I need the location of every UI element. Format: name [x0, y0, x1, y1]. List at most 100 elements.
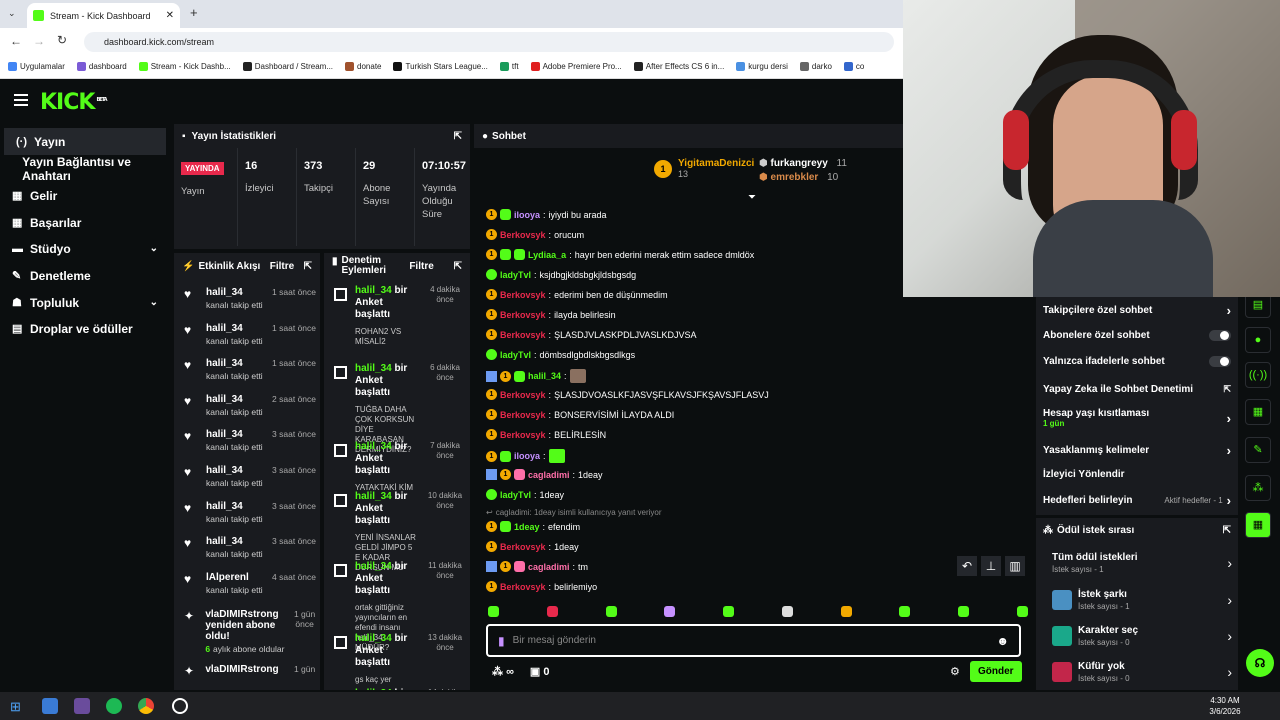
- toggle-switch[interactable]: [1209, 356, 1231, 367]
- sidebar-item[interactable]: ✎ Denetleme: [0, 262, 170, 289]
- chat-message[interactable]: 1 Berkovsyk: ilayda belirlesin: [486, 309, 616, 320]
- emote-icon[interactable]: [1016, 606, 1028, 617]
- gifter-name[interactable]: YigitamaDenizci: [678, 158, 754, 169]
- activity-user[interactable]: halil_34: [206, 429, 263, 440]
- reply-icon[interactable]: ↶: [957, 556, 977, 576]
- emote-icon[interactable]: [546, 606, 558, 617]
- url-field[interactable]: dashboard.kick.com/stream: [84, 32, 894, 52]
- chat-message[interactable]: 1 Berkovsyk: ŞLASJDVOASLKFJASVŞFLKAVSJFKŞA…: [486, 389, 769, 400]
- rewards-popout-icon[interactable]: ⇱: [1223, 525, 1231, 536]
- chat-username[interactable]: ladyTvl: [500, 350, 531, 360]
- close-tab-icon[interactable]: ✕: [166, 10, 174, 21]
- chat-message[interactable]: 1 1deay: efendim: [486, 521, 580, 532]
- activity-user[interactable]: halil_34: [206, 394, 263, 405]
- moderation-item[interactable]: halil_34 bir Anket başlattı gs kaç yer 13 …: [324, 627, 470, 684]
- sidebar-item[interactable]: ▬ Stüdyo ⌄: [0, 235, 170, 262]
- activity-user[interactable]: lAlperenl: [206, 572, 263, 583]
- moderation-user[interactable]: halil_34: [355, 441, 392, 452]
- chat-message[interactable]: ladyTvl:1deay: [486, 489, 564, 500]
- windows-start-icon[interactable]: ⊞: [10, 699, 21, 715]
- chat-setting-item[interactable]: Yapay Zeka ile Sohbet Denetimi ⇱: [1043, 384, 1231, 395]
- reward-item[interactable]: İstek şarkı İstek sayısı - 1 ›: [1052, 589, 1232, 611]
- chat-username[interactable]: cagladimi: [528, 470, 570, 480]
- chat-message[interactable]: 1 Berkovsyk: ederimi ben de düşünmedim: [486, 289, 668, 300]
- activity-sub-item[interactable]: ✦ vlaDIMIRstrong 1 gün: [174, 658, 320, 682]
- chat-username[interactable]: cagladimi: [528, 562, 570, 572]
- emote-icon[interactable]: [840, 606, 852, 617]
- chat-input[interactable]: ▮ Bir mesaj gönderin ☻: [486, 624, 1021, 657]
- chat-username[interactable]: Berkovsyk: [500, 542, 546, 552]
- menu-icon[interactable]: [14, 94, 28, 106]
- forward-icon[interactable]: →: [33, 34, 45, 48]
- moderation-user[interactable]: halil_34: [355, 561, 392, 572]
- chat-message[interactable]: ladyTvl: ksjdbgjkldsbgkjldsbgsdg: [486, 269, 636, 280]
- chat-setting-item[interactable]: Hesap yaşı kısıtlaması 1 gün ›: [1043, 408, 1231, 428]
- moderation-item[interactable]: halil_34 bir Anket başlattı TUĞBA DAHA ÇO…: [324, 357, 470, 454]
- activity-user[interactable]: halil_34: [206, 536, 263, 547]
- chat-username[interactable]: Berkovsyk: [500, 430, 546, 440]
- chat-message[interactable]: 1 ilooya: iyiydi bu arada: [486, 209, 607, 220]
- activity-item[interactable]: ♥ halil_34 kanalı takip etti 3 saat önce: [174, 461, 320, 497]
- moderation-user[interactable]: halil_34: [355, 491, 392, 502]
- rail-button-icon[interactable]: ((·)): [1245, 362, 1271, 388]
- rail-button-icon[interactable]: ⁂: [1245, 475, 1271, 501]
- emote-icon[interactable]: [723, 606, 735, 617]
- chat-message[interactable]: 1 Berkovsyk: BONSERVİSİMİ İLAYDA ALDI: [486, 409, 674, 420]
- gifter-name[interactable]: furkangreyy: [771, 158, 828, 169]
- chat-username[interactable]: ilooya: [514, 451, 540, 461]
- bookmark[interactable]: Uygulamalar: [8, 62, 65, 71]
- chat-username[interactable]: Berkovsyk: [500, 410, 546, 420]
- support-icon[interactable]: ☊: [1246, 649, 1274, 677]
- emote-icon[interactable]: [899, 606, 911, 617]
- spotify-icon[interactable]: [106, 698, 122, 714]
- moderation-item[interactable]: halil_34 bir Anket başlattı YATAKTAKİ KİM…: [324, 435, 470, 492]
- reward-item[interactable]: Küfür yok İstek sayısı - 0 ›: [1052, 661, 1232, 683]
- moderation-filter-button[interactable]: Filtre: [409, 261, 433, 272]
- mic-icon[interactable]: ▮: [498, 634, 505, 648]
- chat-setting-item[interactable]: Abonelere özel sohbet: [1043, 330, 1231, 341]
- chat-username[interactable]: Berkovsyk: [500, 310, 546, 320]
- rail-button-icon[interactable]: ●: [1245, 327, 1271, 353]
- gift-widget[interactable]: ▣ 0: [530, 665, 550, 678]
- chat-username[interactable]: 1deay: [514, 522, 540, 532]
- send-button[interactable]: Gönder: [970, 661, 1022, 682]
- sidebar-item[interactable]: (·) Yayın: [4, 128, 166, 155]
- toggle-switch[interactable]: [1209, 330, 1231, 341]
- chat-username[interactable]: ladyTvl: [500, 270, 531, 280]
- moderation-user[interactable]: halil_34: [355, 688, 392, 690]
- sidebar-item[interactable]: ▦ Başarılar: [0, 209, 170, 236]
- moderation-user[interactable]: halil_34: [355, 633, 392, 644]
- back-icon[interactable]: ←: [10, 34, 22, 48]
- emote-icon[interactable]: [488, 606, 499, 617]
- activity-user[interactable]: halil_34: [206, 287, 263, 298]
- chat-message[interactable]: 1 Berkovsyk:1deay: [486, 541, 579, 552]
- bookmark[interactable]: Turkish Stars League...: [393, 62, 488, 71]
- activity-user[interactable]: halil_34: [206, 358, 263, 369]
- chat-message[interactable]: 1 Berkovsyk: ŞLASDJVLASKPDLJVASLKDJVSA: [486, 329, 696, 340]
- chat-message[interactable]: 1 Lydiaa_a: hayır ben ederini merak ettim …: [486, 249, 754, 260]
- sidebar-item[interactable]: ▤ Droplar ve ödüller: [0, 315, 170, 342]
- gifter-name[interactable]: emrebkler: [771, 172, 819, 183]
- chat-username[interactable]: Lydiaa_a: [528, 250, 566, 260]
- activity-item[interactable]: ♥ halil_34 kanalı takip etti 2 saat önce: [174, 390, 320, 426]
- activity-user[interactable]: vlaDIMIRstrong yeniden abone oldu!: [205, 609, 285, 642]
- browser-tab[interactable]: Stream - Kick Dashboard ✕: [27, 3, 180, 28]
- chat-username[interactable]: Berkovsyk: [500, 582, 546, 592]
- reward-item[interactable]: Karakter seç İstek sayısı - 0 ›: [1052, 625, 1232, 647]
- moderation-user[interactable]: halil_34: [355, 363, 392, 374]
- bookmark[interactable]: Dashboard / Stream...: [242, 62, 333, 71]
- chat-setting-item[interactable]: Yalnızca ifadelerle sohbet: [1043, 356, 1231, 367]
- chat-settings-icon[interactable]: ⚙: [950, 665, 960, 678]
- bookmark[interactable]: After Effects CS 6 in...: [633, 62, 724, 71]
- points-widget[interactable]: ⁂ ∞: [492, 665, 514, 678]
- activity-item[interactable]: ♥ halil_34 kanalı takip etti 1 saat önce: [174, 354, 320, 390]
- activity-user[interactable]: vlaDIMIRstrong: [205, 664, 285, 675]
- activity-user[interactable]: halil_34: [206, 465, 263, 476]
- chat-message[interactable]: 1 cagladimi:1deay: [486, 469, 603, 480]
- chat-setting-item[interactable]: Takipçilere özel sohbet ›: [1043, 303, 1231, 318]
- moderation-popout-icon[interactable]: ⇱: [454, 261, 462, 272]
- sidebar-item[interactable]: ☗ Topluluk ⌄: [0, 289, 170, 316]
- bookmark[interactable]: co: [843, 62, 864, 71]
- chat-message[interactable]: 1 cagladimi: tm: [486, 561, 588, 572]
- activity-item[interactable]: ♥ halil_34 kanalı takip etti 3 saat önce: [174, 425, 320, 461]
